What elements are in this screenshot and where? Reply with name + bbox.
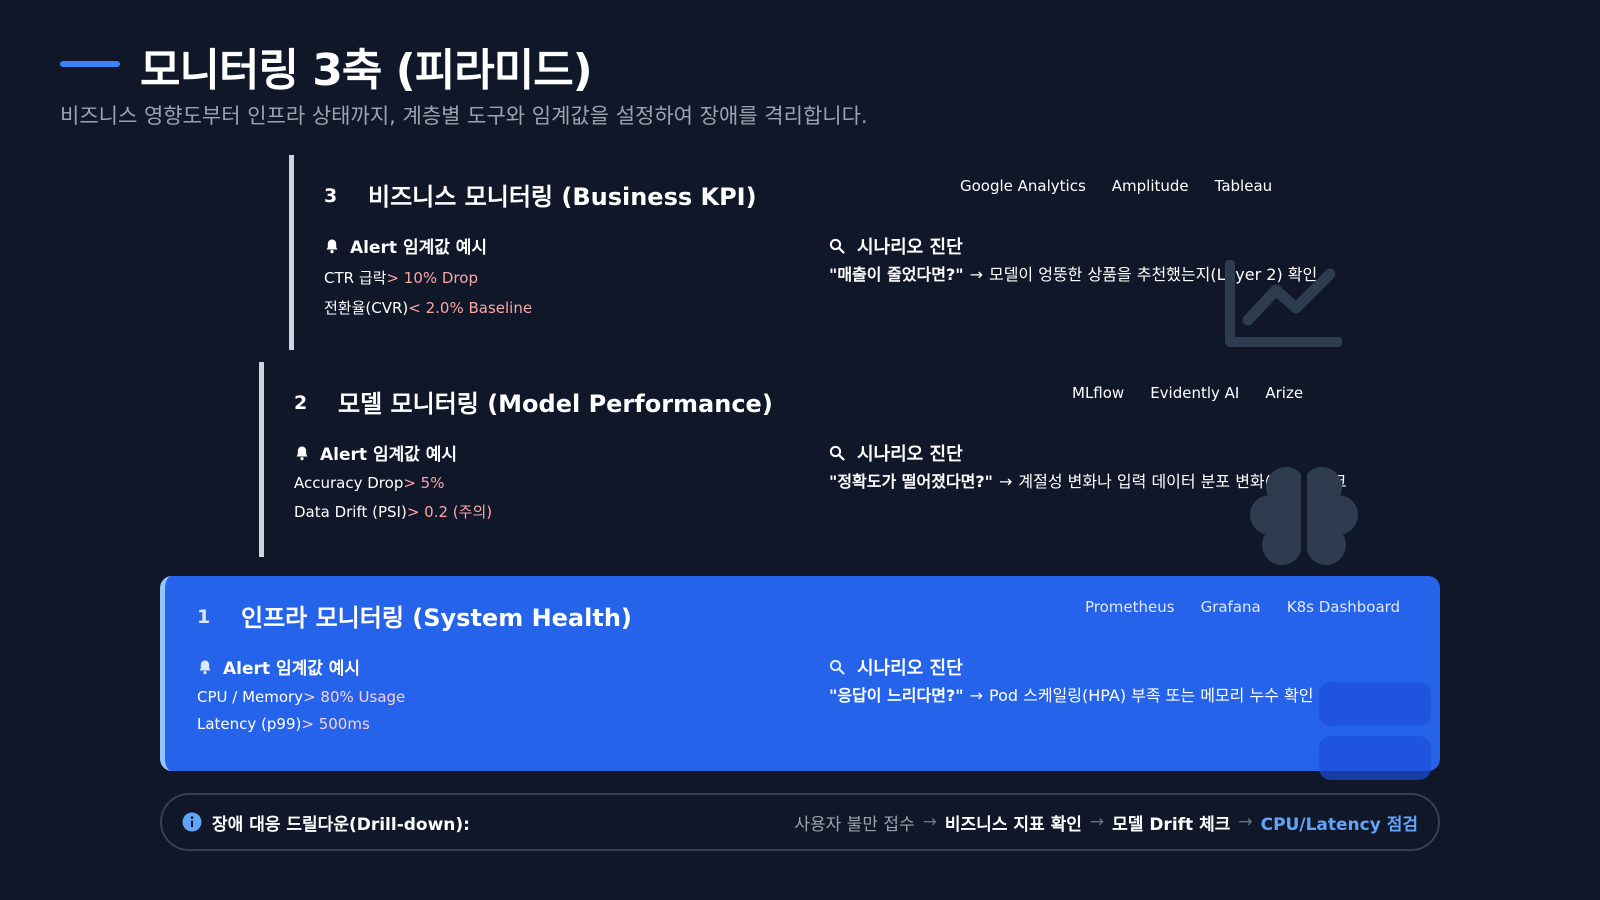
title-accent-bar bbox=[60, 61, 120, 67]
chart-line-icon bbox=[1225, 260, 1342, 347]
tool-chip[interactable]: Amplitude bbox=[1112, 177, 1189, 195]
drilldown-step: 비즈니스 지표 확인 bbox=[944, 814, 1082, 835]
layer-number: 1 bbox=[197, 606, 211, 628]
page-subtitle: 비즈니스 영향도부터 인프라 상태까지, 계층별 도구와 임계값을 설정하여 장… bbox=[60, 104, 868, 128]
alert-threshold-box: Alert 임계값 예시 CTR 급락> 10% Drop 전환율(CVR)< … bbox=[324, 233, 532, 318]
search-icon bbox=[829, 238, 845, 254]
tool-chip[interactable]: K8s Dashboard bbox=[1287, 598, 1400, 616]
bell-icon bbox=[326, 239, 338, 253]
tool-chip[interactable]: Arize bbox=[1265, 384, 1303, 402]
drilldown-steps: 사용자 불만 접수 → 비즈니스 지표 확인 → 모델 Drift 체크 → C… bbox=[794, 810, 1418, 835]
metric-row: Data Drift (PSI)> 0.2 (주의) bbox=[294, 503, 493, 521]
alert-heading: Alert 임계값 예시 bbox=[320, 445, 458, 465]
arrow-icon: → bbox=[1238, 812, 1253, 832]
alert-threshold-box: Alert 임계값 예시 CPU / Memory> 80% Usage Lat… bbox=[197, 654, 405, 733]
alert-heading: Alert 임계값 예시 bbox=[350, 238, 488, 258]
drilldown-label: 장애 대응 드릴다운(Drill-down): bbox=[212, 814, 470, 835]
layer-number: 3 bbox=[324, 185, 338, 207]
layer-number: 2 bbox=[294, 392, 308, 414]
tool-chip[interactable]: Evidently AI bbox=[1150, 384, 1239, 402]
bell-icon bbox=[296, 446, 308, 460]
scenario-heading: 시나리오 진단 bbox=[857, 444, 963, 465]
drilldown-step: CPU/Latency 점검 bbox=[1260, 814, 1418, 835]
search-icon bbox=[829, 659, 845, 675]
scenario-heading: 시나리오 진단 bbox=[857, 237, 963, 258]
metric-row: CPU / Memory> 80% Usage bbox=[197, 688, 406, 706]
scenario-heading: 시나리오 진단 bbox=[857, 658, 963, 679]
layer-model: 2 모델 모니터링 (Model Performance) MLflow Evi… bbox=[259, 362, 1409, 569]
tool-list: MLflow Evidently AI Arize bbox=[1072, 384, 1303, 402]
layer-business: 3 비즈니스 모니터링 (Business KPI) Google Analyt… bbox=[289, 155, 1409, 350]
arrow-icon: → bbox=[969, 265, 983, 284]
alert-threshold-box: Alert 임계값 예시 Accuracy Drop> 5% Data Drif… bbox=[294, 440, 492, 522]
tool-chip[interactable]: Prometheus bbox=[1085, 598, 1175, 616]
metric-row: 전환율(CVR)< 2.0% Baseline bbox=[324, 299, 533, 317]
drilldown-step: 모델 Drift 체크 bbox=[1112, 814, 1231, 835]
layer-title: 인프라 모니터링 (System Health) bbox=[241, 604, 632, 632]
bell-icon bbox=[199, 660, 211, 674]
arrow-icon: → bbox=[1089, 812, 1105, 832]
drilldown-step: 사용자 불만 접수 bbox=[794, 814, 915, 835]
arrow-icon: → bbox=[999, 472, 1013, 491]
scenario-box: 시나리오 진단 "응답이 느리다면?" → Pod 스케일링(HPA) 부족 또는 … bbox=[829, 654, 1369, 707]
brain-icon bbox=[1250, 467, 1358, 569]
layer-title: 비즈니스 모니터링 (Business KPI) bbox=[368, 183, 757, 211]
arrow-icon: → bbox=[969, 686, 983, 705]
arrow-icon: → bbox=[922, 812, 937, 832]
search-icon bbox=[829, 445, 845, 461]
drilldown-bar: 장애 대응 드릴다운(Drill-down): 사용자 불만 접수 → 비즈니스… bbox=[160, 793, 1440, 851]
metric-row: Latency (p99)> 500ms bbox=[197, 715, 370, 733]
layer-infra: 1 인프라 모니터링 (System Health) Prometheus Gr… bbox=[160, 576, 1440, 780]
tool-chip[interactable]: Tableau bbox=[1215, 177, 1273, 195]
alert-heading: Alert 임계값 예시 bbox=[223, 659, 361, 679]
info-icon bbox=[182, 812, 202, 832]
scenario-text: "응답이 느리다면?" → Pod 스케일링(HPA) 부족 또는 메모리 누수 확… bbox=[829, 686, 1314, 705]
metric-row: CTR 급락> 10% Drop bbox=[324, 269, 478, 287]
tool-chip[interactable]: Google Analytics bbox=[960, 177, 1086, 195]
metric-row: Accuracy Drop> 5% bbox=[294, 474, 445, 492]
tool-chip[interactable]: Grafana bbox=[1201, 598, 1261, 616]
tool-chip[interactable]: MLflow bbox=[1072, 384, 1124, 402]
layer-title: 모델 모니터링 (Model Performance) bbox=[338, 390, 773, 418]
page-title: 모니터링 3축 (피라미드) bbox=[140, 45, 593, 96]
server-icon bbox=[1319, 682, 1431, 780]
tool-list: Prometheus Grafana K8s Dashboard bbox=[1085, 598, 1400, 616]
tool-list: Google Analytics Amplitude Tableau bbox=[960, 177, 1272, 195]
